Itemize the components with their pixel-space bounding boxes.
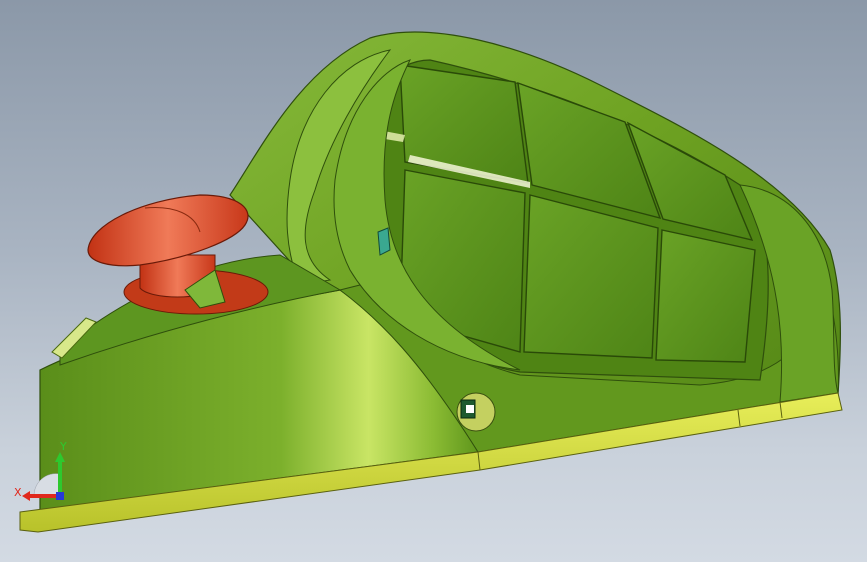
x-axis-label: X bbox=[14, 486, 22, 499]
side-port-insert-2 bbox=[466, 405, 474, 413]
y-axis-label: Y bbox=[59, 440, 67, 453]
inner-bracket bbox=[377, 227, 391, 256]
x-axis-arrow bbox=[22, 491, 30, 501]
z-axis-marker bbox=[56, 492, 64, 500]
y-axis-arrow bbox=[55, 452, 65, 462]
mouse-body-model[interactable] bbox=[0, 0, 867, 562]
key-grid bbox=[399, 64, 756, 363]
key-r2c3[interactable] bbox=[655, 229, 756, 363]
cad-3d-viewport[interactable]: X Y bbox=[0, 0, 867, 562]
axis-triad: X Y bbox=[14, 440, 67, 501]
knob-cap[interactable] bbox=[87, 194, 249, 267]
